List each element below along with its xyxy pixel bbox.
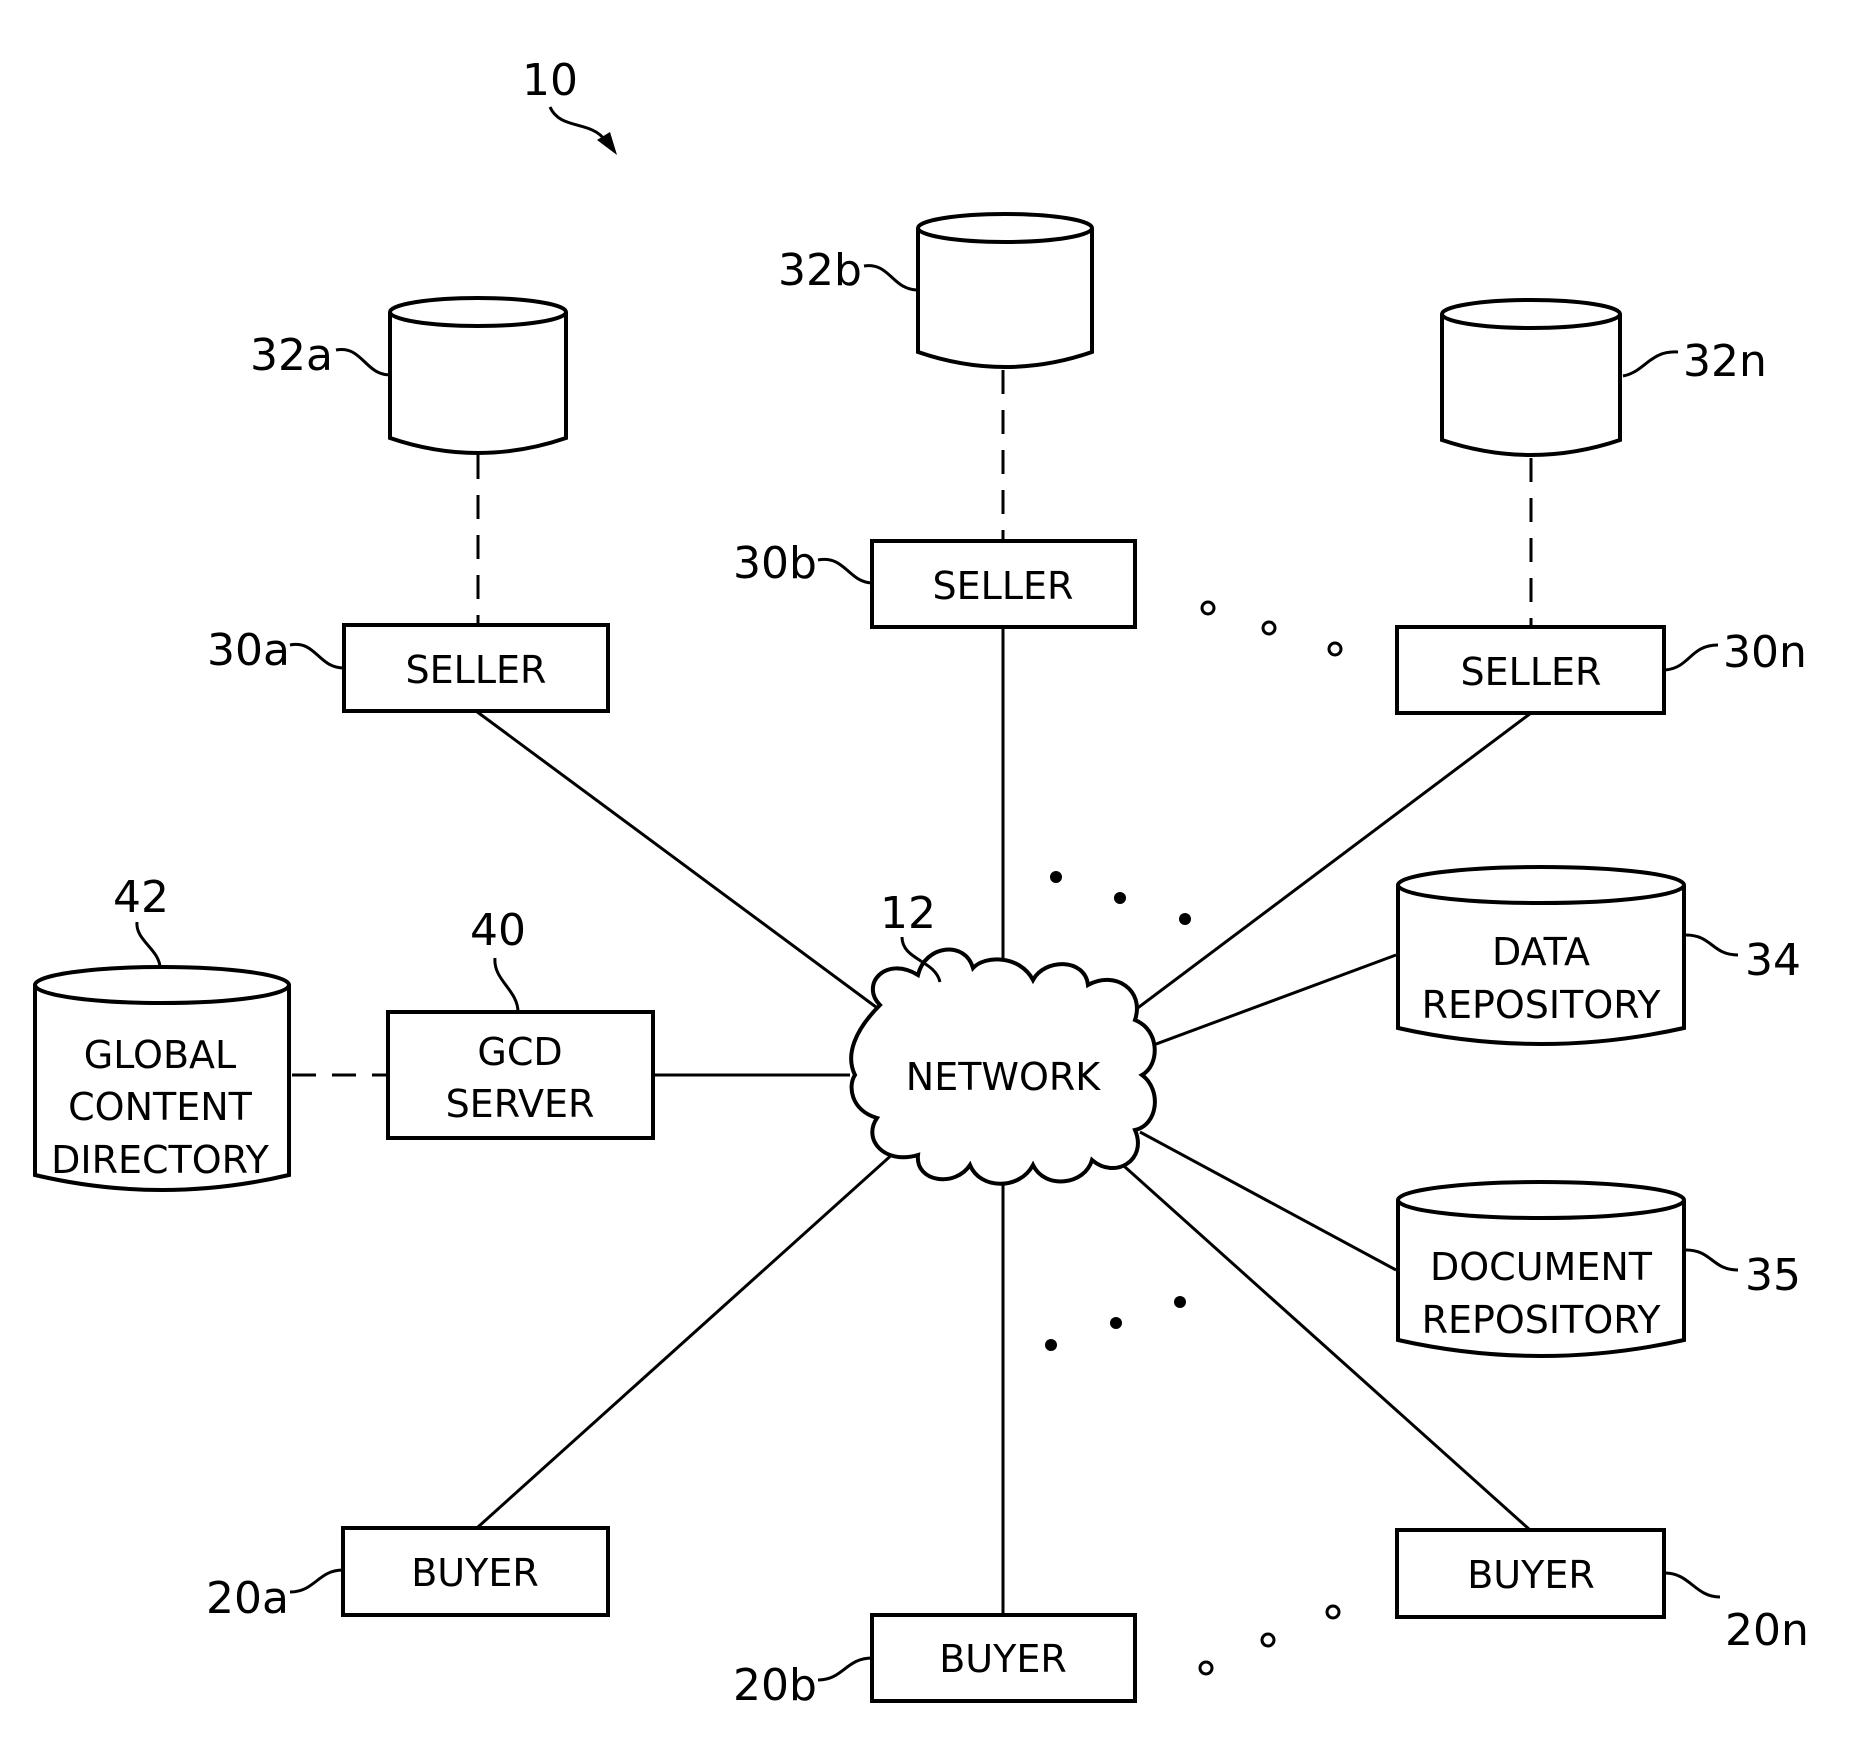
- network-label: NETWORK: [906, 1055, 1102, 1099]
- seller-label: SELLER: [933, 564, 1074, 608]
- gcd-db-line-1: GLOBAL: [84, 1033, 236, 1077]
- gcd-server-line-1: GCD: [477, 1030, 562, 1074]
- seller-box-30n[interactable]: SELLER: [1395, 625, 1666, 715]
- leader-32a: [335, 347, 391, 377]
- global-content-directory-db[interactable]: GLOBAL CONTENT DIRECTORY: [33, 965, 291, 1192]
- leader-34: [1685, 933, 1739, 957]
- seller-label: SELLER: [1461, 650, 1602, 694]
- figure-ref-arrow-line: [548, 106, 607, 141]
- ref-label-30n: 30n: [1723, 627, 1807, 678]
- buyer-box-20a[interactable]: BUYER: [341, 1526, 610, 1617]
- ref-label-32n: 32n: [1683, 336, 1767, 387]
- leader-35: [1685, 1248, 1739, 1272]
- ref-label-20b: 20b: [733, 1660, 817, 1711]
- network-ellipsis-dot: [1045, 1339, 1057, 1351]
- gcd-db-line-2: CONTENT: [68, 1085, 253, 1129]
- network-ellipsis-dot: [1110, 1317, 1122, 1329]
- seller-ellipsis-dot: [1200, 600, 1216, 616]
- ref-label-20n: 20n: [1725, 1605, 1809, 1656]
- buyer-ellipsis-dot: [1198, 1660, 1214, 1676]
- seller-ellipsis-dot: [1261, 620, 1277, 636]
- gcd-server-box[interactable]: GCD SERVER: [386, 1010, 655, 1140]
- link-document-repository: [1139, 1130, 1397, 1272]
- leader-32b: [863, 264, 919, 292]
- ref-label-12: 12: [880, 888, 936, 939]
- ref-label-32a: 32a: [250, 330, 333, 381]
- network-cloud[interactable]: NETWORK: [849, 947, 1157, 1186]
- doc-repo-line-1: DOCUMENT: [1430, 1245, 1653, 1289]
- gcd-server-line-2: SERVER: [446, 1082, 595, 1126]
- database-32b[interactable]: [916, 212, 1094, 369]
- seller-box-30a[interactable]: SELLER: [342, 623, 610, 713]
- network-ellipsis-dot: [1114, 892, 1126, 904]
- network-ellipsis-dot: [1174, 1296, 1186, 1308]
- system-diagram: 10 32a 32b 32n SELLER 30a SELLER 30b SEL…: [33, 55, 1809, 1711]
- link-data-repository: [1139, 953, 1397, 1052]
- buyer-label: BUYER: [1467, 1553, 1595, 1597]
- database-32a[interactable]: [388, 296, 568, 455]
- leader-40: [493, 957, 520, 1013]
- ref-label-40: 40: [470, 905, 526, 956]
- network-ellipsis-dot: [1179, 913, 1191, 925]
- leader-20a: [289, 1568, 344, 1594]
- data-repository-db[interactable]: DATA REPOSITORY: [1396, 865, 1686, 1046]
- gcd-db-line-3: DIRECTORY: [51, 1138, 270, 1182]
- ref-label-20a: 20a: [206, 1573, 289, 1624]
- network-ellipsis-dot: [1050, 871, 1062, 883]
- buyer-ellipsis-dot: [1325, 1604, 1341, 1620]
- buyer-box-20n[interactable]: BUYER: [1395, 1528, 1666, 1619]
- leader-42: [135, 921, 162, 969]
- leader-20b: [817, 1656, 873, 1682]
- seller-box-30b[interactable]: SELLER: [870, 539, 1137, 629]
- ref-label-30a: 30a: [207, 625, 290, 676]
- link-buyer-20a: [476, 1150, 897, 1529]
- database-32n[interactable]: [1440, 298, 1622, 457]
- data-repo-line-1: DATA: [1492, 930, 1590, 974]
- document-repository-db[interactable]: DOCUMENT REPOSITORY: [1396, 1180, 1686, 1358]
- buyer-label: BUYER: [411, 1551, 539, 1595]
- leader-30n: [1664, 643, 1719, 672]
- leader-32n: [1622, 350, 1679, 378]
- figure-ref-label: 10: [522, 55, 578, 106]
- ref-label-34: 34: [1745, 935, 1801, 986]
- link-seller-30a: [475, 709, 881, 1012]
- buyer-label: BUYER: [939, 1637, 1067, 1681]
- seller-label: SELLER: [406, 648, 547, 692]
- leader-30b: [817, 557, 873, 585]
- leader-30a: [289, 642, 345, 670]
- ref-label-32b: 32b: [778, 245, 862, 296]
- leader-20n: [1664, 1571, 1721, 1599]
- ref-label-30b: 30b: [733, 538, 817, 589]
- data-repo-line-2: REPOSITORY: [1422, 983, 1662, 1027]
- buyer-ellipsis-dot: [1260, 1632, 1276, 1648]
- doc-repo-line-2: REPOSITORY: [1422, 1298, 1662, 1342]
- ref-label-42: 42: [113, 872, 169, 923]
- ref-label-35: 35: [1745, 1250, 1801, 1301]
- buyer-box-20b[interactable]: BUYER: [870, 1613, 1137, 1703]
- seller-ellipsis-dot: [1327, 641, 1343, 657]
